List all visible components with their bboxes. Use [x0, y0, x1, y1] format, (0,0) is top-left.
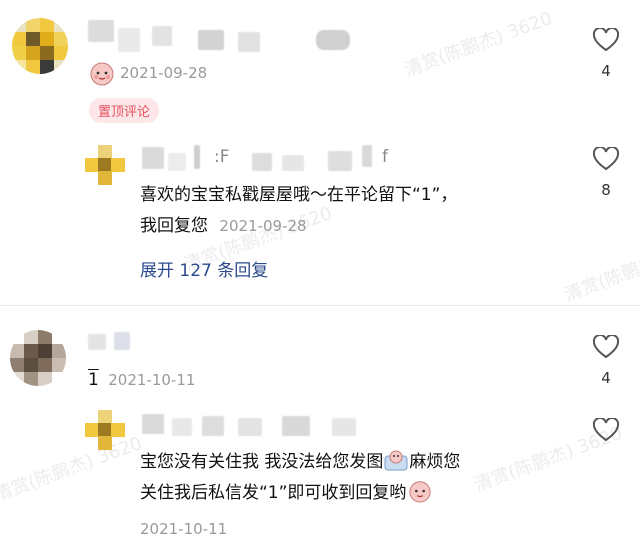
pinned-badge: 置顶评论 [89, 98, 160, 123]
heart-icon[interactable] [592, 335, 620, 359]
like-count: 4 [601, 369, 611, 387]
expand-replies-link[interactable]: 展开 127 条回复 [140, 256, 268, 281]
reply-text-line-1-main: 宝您没有关住我 我没法给您发图 [140, 452, 384, 472]
heart-icon[interactable] [592, 418, 620, 442]
reply-text-line-2: 关住我后私信发“1”即可收到回复哟 [140, 478, 432, 508]
reply-date: 2021-09-28 [219, 217, 307, 235]
like-count: 8 [601, 181, 611, 199]
comment-date: 2021-10-11 [108, 371, 196, 389]
reply-date: 2021-10-11 [140, 520, 228, 538]
sticker-emoji-icon [409, 481, 432, 503]
reply-username-blurred[interactable]: :F f [142, 143, 412, 173]
avatar[interactable] [12, 18, 68, 74]
heart-icon[interactable] [592, 147, 620, 171]
comment-text: 1 2021-10-11 [88, 365, 195, 395]
sticker-emoji-icon [90, 62, 114, 86]
reply-username-tail: f [382, 147, 388, 167]
watermark-1: 清赏(陈鹏杰) 3620 [401, 7, 555, 81]
username-blurred[interactable] [88, 332, 148, 354]
divider [0, 305, 640, 306]
reply-username-fragment: :F [214, 147, 230, 167]
reply-text-line-2: 我回复您 2021-09-28 [140, 211, 307, 241]
sticker-emoji-icon [384, 450, 408, 471]
comment-date: 2021-09-28 [120, 64, 208, 82]
reply-text-line-1-tail: 麻烦您 [409, 452, 461, 472]
comment-text-main: 1 [88, 370, 99, 390]
reply-avatar[interactable] [85, 410, 125, 450]
reply-username-blurred[interactable] [142, 410, 392, 438]
username-blurred[interactable] [88, 20, 368, 56]
reply-avatar[interactable] [85, 145, 125, 185]
reply-text-line-2-main: 关住我后私信发“1”即可收到回复哟 [140, 483, 407, 503]
avatar[interactable] [10, 330, 66, 386]
reply-text-line-2-main: 我回复您 [140, 216, 208, 236]
heart-icon[interactable] [592, 28, 620, 52]
reply-text-line-1: 宝您没有关住我 我没法给您发图 麻烦您 [140, 447, 460, 477]
watermark-3: 清赏(陈鹏杰) 3620 [561, 233, 640, 306]
reply-text-line-1: 喜欢的宝宝私戳屋屋哦～在平论留下“1”， [140, 185, 458, 205]
like-count: 4 [601, 62, 611, 80]
